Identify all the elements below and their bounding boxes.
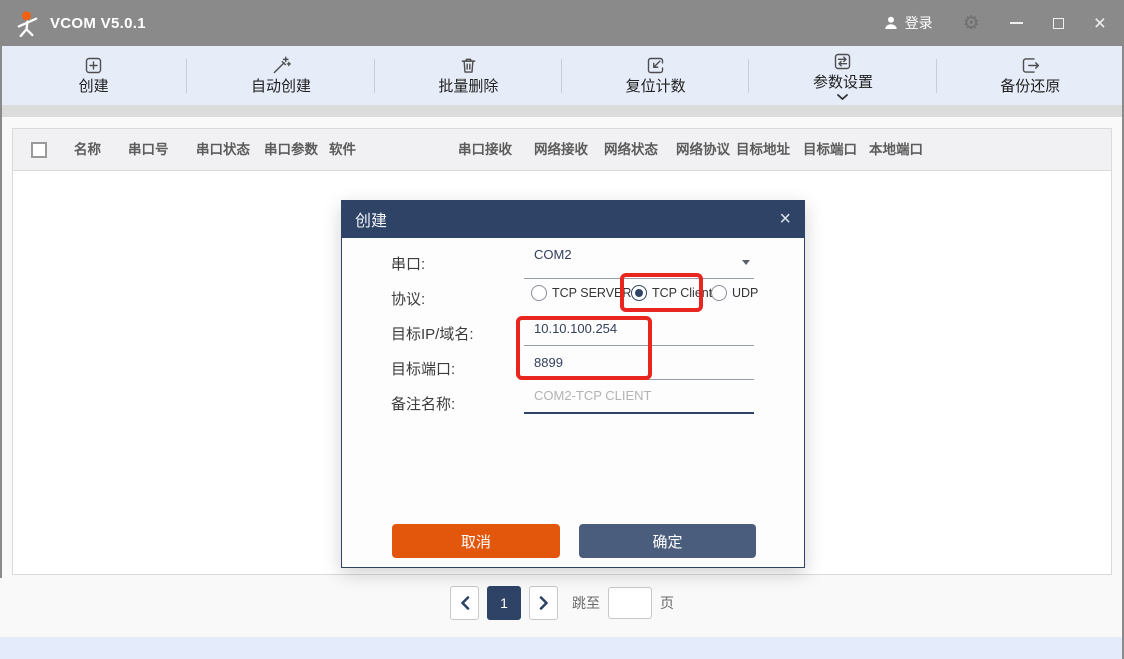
backup-restore-button[interactable]: 备份还原	[937, 46, 1124, 105]
maximize-button[interactable]	[1053, 18, 1064, 29]
window-edge-left	[0, 46, 2, 578]
login-button[interactable]: 登录	[883, 13, 933, 33]
radio-circle	[531, 285, 547, 301]
titlebar-controls: 登录 ⚙ ×	[883, 13, 1106, 34]
chevron-left-icon	[460, 596, 470, 610]
radio-label: TCP SERVER	[552, 286, 631, 300]
create-icon	[83, 55, 104, 76]
tool-label: 备份还原	[1000, 79, 1060, 96]
col-net-received: 网络接收	[534, 129, 588, 171]
logo-head	[22, 11, 31, 20]
col-software: 软件	[329, 129, 356, 171]
target-port-input[interactable]	[524, 347, 754, 380]
gear-icon[interactable]: ⚙	[963, 14, 980, 33]
dialog-titlebar: 创建 ×	[341, 200, 805, 238]
select-caret-icon	[742, 260, 750, 265]
col-net-status: 网络状态	[604, 129, 658, 171]
remark-label: 备注名称:	[391, 393, 455, 414]
target-port-label: 目标端口:	[391, 358, 455, 379]
chevron-right-icon	[539, 596, 549, 610]
target-ip-label: 目标IP/域名:	[391, 323, 474, 344]
serial-port-select[interactable]: COM2	[524, 245, 754, 279]
remark-input[interactable]	[524, 381, 754, 414]
radio-label: UDP	[732, 286, 758, 300]
user-icon	[883, 15, 899, 31]
col-name: 名称	[74, 129, 101, 171]
col-com-number: 串口号	[128, 129, 169, 171]
backup-restore-icon	[1020, 55, 1041, 76]
app-title: VCOM V5.0.1	[50, 15, 146, 32]
close-button[interactable]: ×	[1094, 13, 1106, 34]
col-com-received: 串口接收	[458, 129, 512, 171]
login-label: 登录	[905, 13, 933, 33]
col-net-protocol: 网络协议	[676, 129, 730, 171]
table-header: 名称 串口号 串口状态 串口参数 软件 串口接收 网络接收 网络状态 网络协议 …	[13, 129, 1111, 171]
create-button[interactable]: 创建	[0, 46, 187, 105]
titlebar: VCOM V5.0.1 登录 ⚙ ×	[0, 0, 1124, 46]
minimize-button[interactable]	[1010, 22, 1023, 24]
auto-create-icon	[270, 55, 291, 76]
toolbar: 创建 自动创建 批量删除 复位计数	[0, 46, 1124, 105]
select-all-checkbox[interactable]	[31, 142, 47, 158]
radio-label: TCP Client	[652, 286, 712, 300]
serial-port-label: 串口:	[391, 253, 425, 274]
col-local-port: 本地端口	[869, 129, 923, 171]
tool-label: 复位计数	[626, 79, 686, 96]
footer-strip	[0, 637, 1124, 659]
radio-circle	[631, 285, 647, 301]
chevron-down-icon	[837, 94, 848, 100]
target-ip-input[interactable]	[524, 313, 754, 346]
tool-label: 参数设置	[813, 75, 873, 92]
radio-udp[interactable]: UDP	[711, 285, 758, 301]
param-settings-button[interactable]: 参数设置	[749, 46, 936, 105]
prev-page-button[interactable]	[450, 586, 479, 620]
radio-tcp-client[interactable]: TCP Client	[631, 285, 712, 301]
usr-logo-icon	[14, 10, 41, 37]
current-page-indicator[interactable]: 1	[487, 586, 521, 620]
dialog-title: 创建	[355, 207, 387, 231]
radio-tcp-server[interactable]: TCP SERVER	[531, 285, 631, 301]
jump-page-input[interactable]	[608, 587, 652, 619]
vcom-window: VCOM V5.0.1 登录 ⚙ × 创建	[0, 0, 1124, 659]
col-com-params: 串口参数	[264, 129, 318, 171]
protocol-label: 协议:	[391, 288, 425, 309]
jump-to-label: 跳至	[572, 593, 600, 613]
next-page-button[interactable]	[529, 586, 558, 620]
col-target-address: 目标地址	[736, 129, 790, 171]
batch-delete-button[interactable]: 批量删除	[375, 46, 562, 105]
serial-port-value: COM2	[534, 247, 572, 262]
page-unit-label: 页	[660, 593, 674, 613]
batch-delete-icon	[458, 55, 479, 76]
tool-label: 自动创建	[251, 79, 311, 96]
create-dialog: 创建 × 串口: 协议: 目标IP/域名: 目标端口: 备注名称: COM2 T…	[341, 200, 805, 568]
pagination: 1 跳至 页	[0, 586, 1124, 620]
dialog-close-icon[interactable]: ×	[779, 209, 791, 229]
col-com-status: 串口状态	[196, 129, 250, 171]
toolbar-divider	[0, 105, 1124, 117]
param-settings-icon	[832, 51, 853, 72]
cancel-button[interactable]: 取消	[392, 524, 560, 558]
confirm-button[interactable]: 确定	[579, 524, 756, 558]
auto-create-button[interactable]: 自动创建	[187, 46, 374, 105]
tool-label: 批量删除	[438, 79, 498, 96]
reset-count-button[interactable]: 复位计数	[562, 46, 749, 105]
tool-label: 创建	[79, 79, 109, 96]
col-target-port: 目标端口	[803, 129, 857, 171]
reset-count-icon	[645, 55, 666, 76]
radio-circle	[711, 285, 727, 301]
